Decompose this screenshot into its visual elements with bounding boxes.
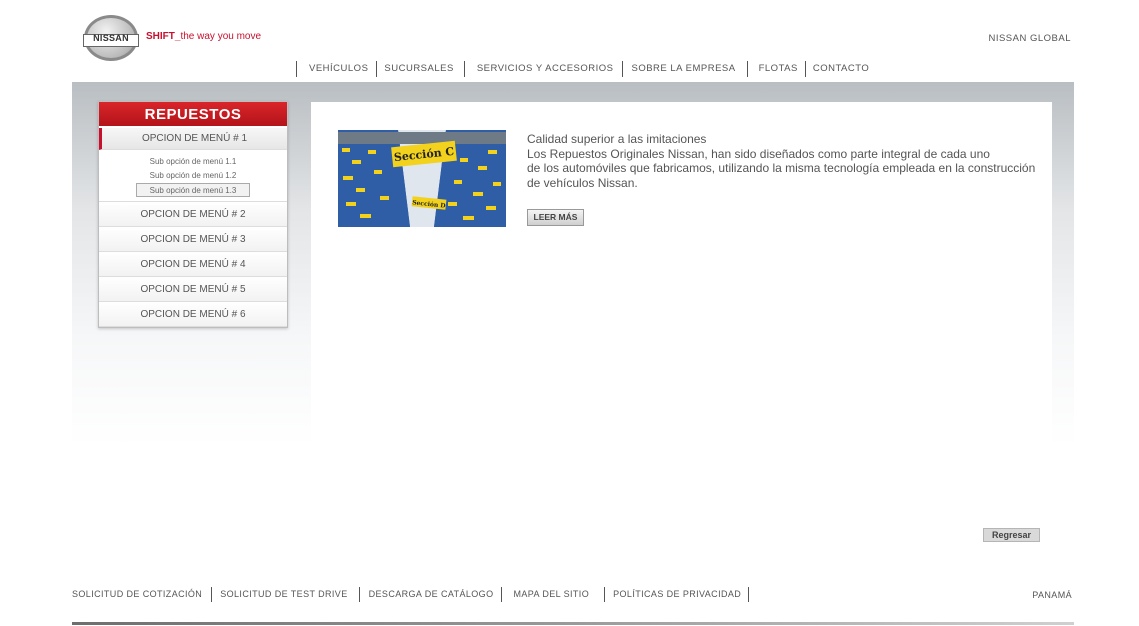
intro-line-1: Los Repuestos Originales Nissan, han sid… [527,146,990,161]
back-button[interactable]: Regresar [983,528,1040,542]
nissan-global-link[interactable]: NISSAN GLOBAL [988,33,1071,44]
sidebar-item-3[interactable]: OPCION DE MENÚ # 3 [99,227,287,252]
sidebar-item-1[interactable]: OPCION DE MENÚ # 1 [99,128,287,150]
sidebar-title: REPUESTOS [99,102,287,126]
nav-vehiculos[interactable]: VEHÍCULOS [296,61,376,77]
sidebar-item-5[interactable]: OPCION DE MENÚ # 5 [99,277,287,302]
nissan-logo[interactable]: NISSAN [83,15,139,61]
read-more-button[interactable]: LEER MÁS [527,209,584,226]
intro-text: Calidad superior a las imitaciones Los R… [527,132,1035,190]
sidebar-item-4[interactable]: OPCION DE MENÚ # 4 [99,252,287,277]
sidebar-item-2[interactable]: OPCION DE MENÚ # 2 [99,202,287,227]
footer-cotizacion[interactable]: SOLICITUD DE COTIZACIÓN [72,587,213,602]
nav-flotas[interactable]: FLOTAS [746,61,805,77]
footer-test-drive[interactable]: SOLICITUD DE TEST DRIVE [212,587,360,602]
tagline-bold: SHIFT_ [146,31,181,42]
tagline: SHIFT_the way you move [146,31,261,42]
footer-privacidad[interactable]: POLÍTICAS DE PRIVACIDAD [605,587,750,602]
submenu: Sub opción de menú 1.1 Sub opción de men… [99,150,287,202]
top-navigation: VEHÍCULOS SUCURSALES SERVICIOS Y ACCESOR… [296,61,877,77]
logo-text: NISSAN [93,33,129,43]
sidebar-menu: REPUESTOS OPCION DE MENÚ # 1 Sub opción … [98,101,288,328]
nav-contacto[interactable]: CONTACTO [804,61,877,77]
warehouse-photo-graphic: Sección C Sección D [338,130,506,227]
intro-line-2: de los automóviles que fabricamos, utili… [527,161,1036,175]
footer-navigation: SOLICITUD DE COTIZACIÓN SOLICITUD DE TES… [72,587,750,602]
sub-item-1-3[interactable]: Sub opción de menú 1.3 [136,183,250,197]
nav-servicios[interactable]: SERVICIOS Y ACCESORIOS [463,61,622,77]
sub-item-1-1[interactable]: Sub opción de menú 1.1 [99,155,287,169]
warehouse-photo: Sección C Sección D [338,130,506,227]
footer-divider [72,622,1074,625]
country-selector[interactable]: PANAMÁ [1032,590,1072,600]
intro-line-3: de vehículos Nissan. [527,175,638,190]
intro-headline: Calidad superior a las imitaciones [527,132,707,146]
sidebar-item-6[interactable]: OPCION DE MENÚ # 6 [99,302,287,327]
page: NISSAN SHIFT_the way you move NISSAN GLO… [0,0,1139,626]
footer-catalogo[interactable]: DESCARGA DE CATÁLOGO [360,587,503,602]
nav-sobre-empresa[interactable]: SOBRE LA EMPRESA [621,61,747,77]
nav-sucursales[interactable]: SUCURSALES [376,61,463,77]
sub-item-1-2[interactable]: Sub opción de menú 1.2 [99,169,287,183]
tagline-rest: the way you move [180,31,262,42]
footer-mapa-sitio[interactable]: MAPA DEL SITIO [502,587,606,602]
